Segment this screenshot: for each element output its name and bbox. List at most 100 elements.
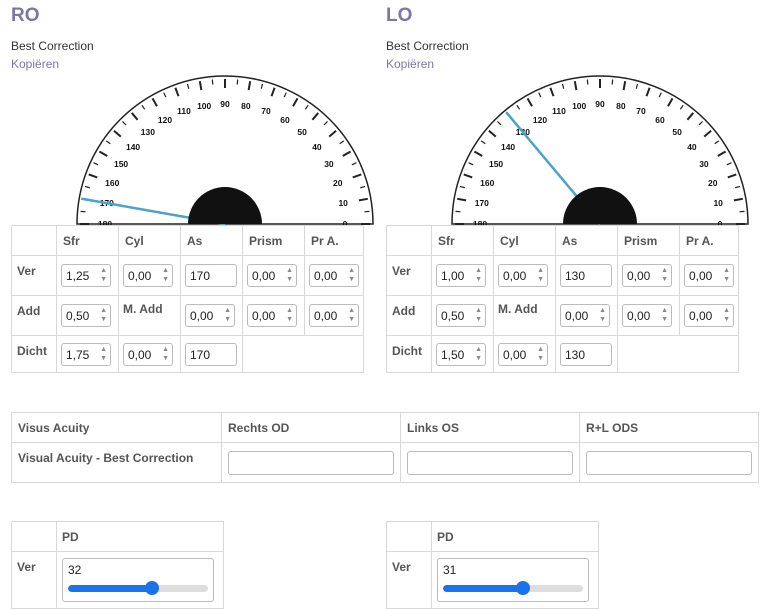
pd-slider-track[interactable] [443,585,583,592]
stepper-arrows-icon[interactable]: ▲▼ [100,266,107,284]
add-pra-stepper[interactable]: 0,00▲▼ [684,304,734,327]
col-sfr: Sfr [432,226,494,256]
pra-stepper[interactable]: 0,00 ▲▼ [309,264,359,287]
stepper-arrows-icon[interactable]: ▲▼ [723,266,730,284]
sfr-stepper[interactable]: 1,00 ▲▼ [436,264,486,287]
stepper-arrows-icon[interactable]: ▲▼ [537,266,544,284]
stepper-arrows-icon[interactable]: ▲▼ [286,266,293,284]
visus-os-input[interactable] [407,451,573,475]
eye-title: RO [11,5,40,27]
add-prism-stepper[interactable]: 0,00▲▼ [622,304,672,327]
col-prism: Prism [618,226,680,256]
pd-slider-fill [68,585,152,592]
cyl-stepper[interactable]: 0,00 ▲▼ [498,264,548,287]
madd-label: M. Add [119,296,167,322]
dicht-sfr-stepper[interactable]: 1,75▲▼ [61,343,111,366]
madd-stepper[interactable]: 0,00 ▲▼ [185,304,235,327]
eye-title: LO [386,5,412,27]
pra-value: 0,00 [314,269,337,283]
madd-stepper[interactable]: 0,00▲▼ [560,304,610,327]
gauge-label: 30 [324,159,334,169]
pd-field[interactable]: 32 [62,558,214,602]
stepper-arrows-icon[interactable]: ▲▼ [100,345,107,363]
gauge-label: 30 [699,159,709,169]
col-links-os: Links OS [401,413,580,443]
stepper-arrows-icon[interactable]: ▲▼ [661,266,668,284]
madd-value: 0,00 [190,309,213,323]
col-as: As [181,226,243,256]
gauge-label: 120 [533,115,547,125]
visus-ods-input[interactable] [586,451,752,475]
sfr-value: 1,00 [441,269,464,283]
stepper-arrows-icon[interactable]: ▲▼ [162,345,169,363]
sfr-value: 1,25 [66,269,89,283]
copy-link[interactable]: Kopiëren [11,57,59,71]
stepper-arrows-icon[interactable]: ▲▼ [599,306,606,324]
pd-slider-thumb[interactable] [516,581,530,595]
gauge-label: 170 [475,198,489,208]
eye-subtitle: Best Correction [386,39,469,53]
add-sfr-stepper[interactable]: 0,50 ▲▼ [436,304,486,327]
visus-od-input[interactable] [228,451,394,475]
gauge-label: 10 [338,198,348,208]
madd-label: M. Add [494,296,542,322]
pd-value: 32 [68,563,81,577]
dicht-sfr-stepper[interactable]: 1,50 ▲▼ [436,343,486,366]
add-pra-value: 0,00 [314,309,337,323]
prism-stepper[interactable]: 0,00 ▲▼ [622,264,672,287]
pd-value: 31 [443,563,456,577]
gauge-label: 40 [312,142,322,152]
as-input[interactable]: 130 [560,264,612,287]
dicht-sfr-value: 1,50 [441,348,464,362]
add-prism-stepper[interactable]: 0,00▲▼ [247,304,297,327]
stepper-arrows-icon[interactable]: ▲▼ [286,306,293,324]
cyl-value: 0,00 [503,269,526,283]
stepper-arrows-icon[interactable]: ▲▼ [723,306,730,324]
row-label-add: Add [12,296,57,336]
dicht-as-input[interactable]: 130 [560,343,612,366]
stepper-arrows-icon[interactable]: ▲▼ [224,306,231,324]
gauge-label: 60 [280,115,290,125]
add-pra-stepper[interactable]: 0,00 ▲▼ [309,304,359,327]
stepper-arrows-icon[interactable]: ▲▼ [537,345,544,363]
pd-slider-track[interactable] [68,585,208,592]
row-label-ver: Ver [387,256,432,296]
col-prism: Prism [243,226,305,256]
dicht-as-input[interactable]: 170 [185,343,237,366]
stepper-arrows-icon[interactable]: ▲▼ [162,266,169,284]
dicht-cyl-value: 0,00 [128,348,151,362]
cyl-stepper[interactable]: 0,00▲▼ [123,264,173,287]
gauge-label: 130 [141,127,155,137]
stepper-arrows-icon[interactable]: ▲▼ [100,306,107,324]
col-sfr: Sfr [57,226,119,256]
stepper-arrows-icon[interactable]: ▲▼ [475,266,482,284]
axis-protractor[interactable]: 0102030405060708090100110120130140150160… [75,74,375,226]
stepper-arrows-icon[interactable]: ▲▼ [475,306,482,324]
add-sfr-value: 0,50 [441,309,464,323]
add-sfr-stepper[interactable]: 0,50▲▼ [61,304,111,327]
gauge-label: 80 [241,101,251,111]
dicht-cyl-stepper[interactable]: 0,00▲▼ [498,343,548,366]
stepper-arrows-icon[interactable]: ▲▼ [348,266,355,284]
gauge-label: 160 [105,178,119,188]
axis-protractor[interactable]: 0102030405060708090100110120130140150160… [450,74,750,226]
gauge-label: 90 [220,99,230,109]
prism-value: 0,00 [627,269,650,283]
gauge-label: 140 [126,142,140,152]
pd-slider-thumb[interactable] [145,581,159,595]
sfr-stepper[interactable]: 1,25 ▲▼ [61,264,111,287]
row-label-dicht: Dicht [12,336,57,373]
stepper-arrows-icon[interactable]: ▲▼ [661,306,668,324]
pra-stepper[interactable]: 0,00▲▼ [684,264,734,287]
copy-link[interactable]: Kopiëren [386,57,434,71]
gauge-label: 70 [261,106,271,116]
pd-field[interactable]: 31 [437,558,589,602]
dicht-cyl-stepper[interactable]: 0,00 ▲▼ [123,343,173,366]
gauge-label: 120 [158,115,172,125]
as-input[interactable]: 170 [185,264,237,287]
gauge-label: 150 [114,159,128,169]
stepper-arrows-icon[interactable]: ▲▼ [475,345,482,363]
stepper-arrows-icon[interactable]: ▲▼ [348,306,355,324]
prism-stepper[interactable]: 0,00▲▼ [247,264,297,287]
gauge-label: 150 [489,159,503,169]
